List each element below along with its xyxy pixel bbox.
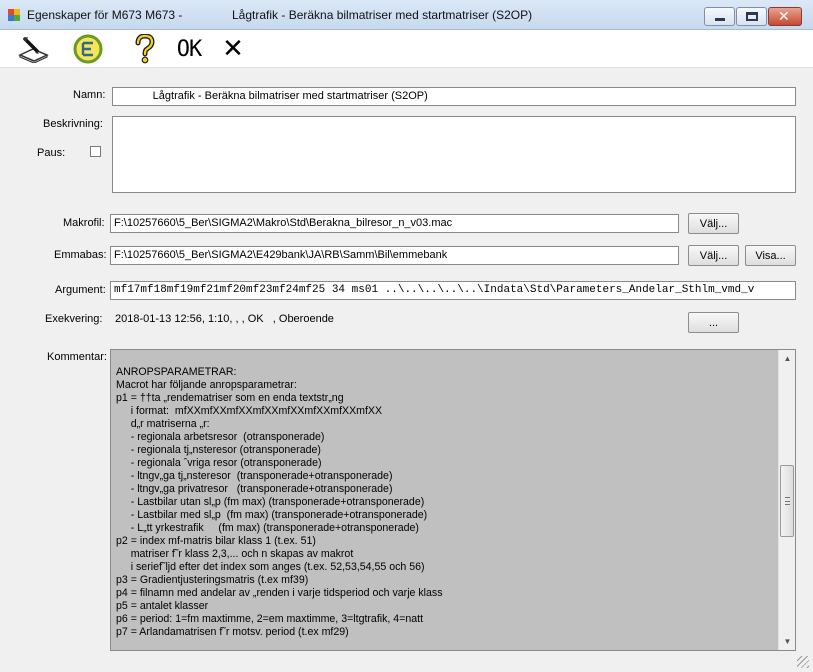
comment-line: - Lastbilar utan sl„p (fm max) (transpon… — [116, 496, 425, 508]
comment-line: ANROPSPARAMETRAR: — [116, 366, 237, 378]
title-bar: Egenskaper för M673 M673 - Lågtrafik - B… — [0, 0, 813, 30]
maximize-button[interactable] — [736, 7, 767, 26]
comment-line: p2 = index mf-matris bilar klass 1 (t.ex… — [116, 535, 316, 547]
kommentar-textarea[interactable]: ANROPSPARAMETRAR: Macrot har följande anr… — [110, 349, 796, 651]
beskrivning-label: Beskrivning: — [43, 118, 103, 130]
comment-line: p1 = ††ta „rendematriser som en enda tex… — [116, 392, 344, 404]
scroll-thumb[interactable] — [780, 465, 794, 537]
emmabas-input[interactable]: F:\10257660\5_Ber\SIGMA2\E429bank\JA\RB\… — [110, 246, 679, 265]
kommentar-scrollbar[interactable]: ▲ ▼ — [778, 350, 795, 650]
comment-line: p5 = antalet klasser — [116, 600, 209, 612]
argument-label: Argument: — [55, 284, 106, 296]
grip-icon — [785, 497, 790, 505]
comment-line: - regionala arbetsresor (otransponerade) — [116, 431, 325, 443]
emmabas-label: Emmabas: — [54, 249, 107, 261]
comment-line: p4 = filnamn med andelar av „renden i va… — [116, 587, 443, 599]
kommentar-label: Kommentar: — [47, 351, 107, 363]
cancel-button[interactable]: ✕ — [218, 34, 248, 64]
comment-line: matriser f˜r klass 2,3,... och n skapas … — [116, 548, 354, 560]
comment-line: Macrot har följande anropsparametrar: — [116, 379, 297, 391]
comment-line: - regionala tj„nsteresor (otransponerade… — [116, 444, 321, 456]
ok-button[interactable]: OK — [172, 34, 206, 64]
window-title-detail: Lågtrafik - Beräkna bilmatriser med star… — [232, 8, 533, 22]
resize-grip-icon[interactable] — [797, 656, 809, 668]
edit-button[interactable] — [16, 34, 52, 64]
scroll-up-icon[interactable]: ▲ — [779, 350, 795, 367]
paus-checkbox[interactable] — [90, 146, 101, 157]
comment-line: - Lastbilar med sl„p (fm max) (transpone… — [116, 509, 428, 521]
edit-pen-icon — [18, 37, 49, 63]
comment-line: - ltngv„ga privatresor (transponerade+ot… — [116, 483, 393, 495]
help-button[interactable] — [130, 34, 160, 64]
run-macro-button[interactable] — [70, 34, 106, 64]
makrofil-label: Makrofil: — [63, 217, 105, 229]
comment-line: i format: mfXXmfXXmfXXmfXXmfXXmfXXmfXXmf… — [116, 405, 383, 417]
toolbar: OK ✕ — [0, 30, 813, 68]
comment-line: - ltngv„ga tj„nsteresor (transponerade+o… — [116, 470, 393, 482]
exekvering-details-button[interactable]: ... — [688, 312, 739, 333]
scroll-down-icon[interactable]: ▼ — [779, 633, 795, 650]
maximize-icon — [746, 12, 758, 21]
argument-input[interactable]: mf17mf18mf19mf21mf20mf23mf24mf25 34 ms01… — [110, 281, 796, 300]
close-button[interactable]: ✕ — [768, 7, 802, 26]
comment-line: p7 = Arlandamatrisen f˜r motsv. period (… — [116, 626, 349, 638]
makrofil-input[interactable]: F:\10257660\5_Ber\SIGMA2\Makro\Std\Berak… — [110, 214, 679, 233]
exekvering-value: 2018-01-13 12:56, 1:10, , , OK , Oberoen… — [115, 313, 334, 325]
run-macro-icon — [73, 34, 103, 64]
comment-line: - L„tt yrkestrafik (fm max) (transponera… — [116, 522, 419, 534]
question-mark-icon — [135, 34, 155, 64]
minimize-icon — [715, 18, 725, 21]
kommentar-text: ANROPSPARAMETRAR: Macrot har följande anr… — [116, 366, 776, 639]
close-icon: ✕ — [778, 9, 790, 25]
paus-label: Paus: — [37, 147, 66, 159]
makrofil-valj-button[interactable]: Välj... — [688, 213, 739, 234]
minimize-button[interactable] — [704, 7, 735, 26]
comment-line: - regionala ˆvriga resor (otransponerade… — [116, 457, 322, 469]
app-icon — [8, 9, 20, 21]
comment-line: i serief˜ljd efter det index som anges (… — [116, 561, 425, 573]
emmabas-valj-button[interactable]: Välj... — [688, 245, 739, 266]
comment-line: p6 = period: 1=fm maxtimme, 2=em maxtimm… — [116, 613, 424, 625]
comment-line: p3 = Gradientjusteringsmatris (t.ex mf39… — [116, 574, 309, 586]
beskrivning-textarea[interactable] — [112, 116, 796, 193]
emmabas-visa-button[interactable]: Visa... — [745, 245, 796, 266]
comment-line: d„r matriserna „r: — [116, 418, 210, 430]
window-title: Egenskaper för M673 M673 - — [27, 8, 183, 22]
exekvering-label: Exekvering: — [45, 313, 103, 325]
namn-label: Namn: — [73, 89, 106, 101]
namn-input[interactable]: Lågtrafik - Beräkna bilmatriser med star… — [112, 87, 796, 106]
